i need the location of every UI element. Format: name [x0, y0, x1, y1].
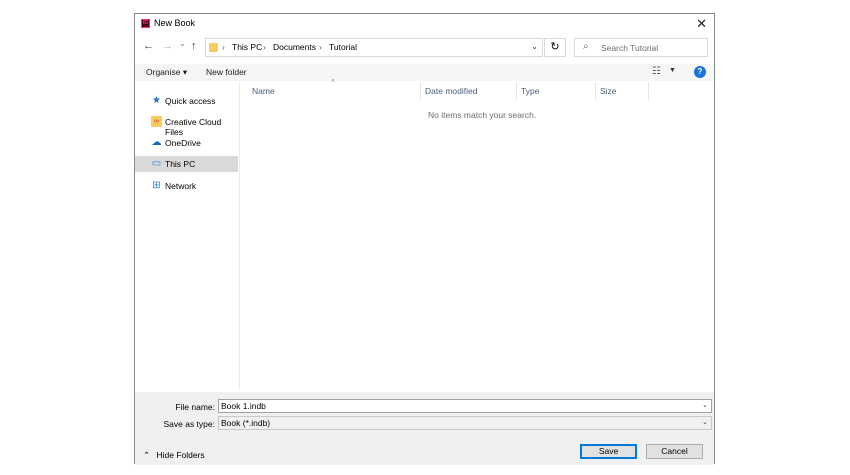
hide-folders-toggle[interactable]: ⌃ Hide Folders [143, 450, 205, 461]
save-as-type-value: Book (*.indb) [221, 418, 271, 428]
command-bar: Organise ▾ New folder ☷ ▼ ? [135, 64, 714, 81]
save-as-type-label: Save as type: [163, 419, 215, 429]
sidebar-item-onedrive[interactable]: ☁ OneDrive [135, 135, 238, 151]
help-icon[interactable]: ? [694, 66, 706, 78]
search-icon: ⌕ [583, 41, 589, 52]
navigation-bar: ← → ⌄ ↑ › This PC › Documents › Tutorial… [135, 38, 714, 58]
sidebar-item-this-pc[interactable]: ▭ This PC [135, 156, 238, 172]
column-divider[interactable] [648, 82, 649, 100]
save-button[interactable]: Save [580, 444, 637, 459]
sidebar-item-network[interactable]: ⊞ Network [135, 178, 238, 194]
chevron-up-icon: ⌃ [143, 450, 151, 460]
empty-state-message: No items match your search. [428, 110, 537, 120]
cloud-icon: ☁ [151, 137, 162, 148]
breadcrumb-separator: › [319, 42, 322, 52]
cancel-button[interactable]: Cancel [646, 444, 703, 459]
creative-cloud-icon: ∞ [151, 116, 162, 127]
column-divider[interactable] [595, 82, 596, 100]
up-arrow-icon[interactable]: ↑ [191, 40, 197, 52]
save-dialog: ID New Book ✕ ← → ⌄ ↑ › This PC › Docume… [134, 13, 715, 465]
column-header-type[interactable]: Type [521, 86, 539, 96]
search-input[interactable]: ⌕ Search Tutorial [574, 38, 708, 57]
breadcrumb-tutorial[interactable]: Tutorial [329, 42, 357, 52]
chevron-down-icon[interactable]: ⌄ [702, 400, 708, 412]
back-arrow-icon[interactable]: ← [143, 40, 154, 52]
sidebar-item-quick-access[interactable]: ★ Quick access [135, 93, 238, 109]
window-title: New Book [154, 18, 196, 28]
address-dropdown-icon[interactable]: ⌄ [531, 42, 538, 51]
indesign-app-icon: ID [141, 19, 150, 28]
column-divider[interactable] [420, 82, 421, 100]
sidebar-item-label: OneDrive [165, 138, 201, 148]
new-folder-button[interactable]: New folder [206, 67, 247, 77]
column-header-size[interactable]: Size [600, 86, 617, 96]
search-placeholder: Search Tutorial [601, 43, 659, 53]
view-dropdown-icon[interactable]: ▼ [669, 67, 676, 74]
computer-icon: ▭ [151, 158, 162, 169]
view-options-icon[interactable]: ☷ [652, 66, 661, 77]
folder-icon [209, 43, 218, 52]
recent-locations-chevron-icon[interactable]: ⌄ [179, 39, 186, 48]
navigation-pane: ★ Quick access ∞ Creative Cloud Files ☁ … [135, 82, 239, 390]
sort-ascending-icon: ^ [331, 78, 335, 87]
file-list: ^ Name Date modified Type Size No items … [240, 78, 714, 390]
column-header-date-modified[interactable]: Date modified [425, 86, 477, 96]
breadcrumb-documents[interactable]: Documents [273, 42, 316, 52]
breadcrumb-separator: › [222, 42, 225, 52]
file-name-field[interactable]: Book 1.indb ⌄ [218, 399, 712, 413]
file-name-value: Book 1.indb [221, 401, 266, 411]
chevron-down-icon[interactable]: ⌄ [702, 417, 708, 429]
title-bar: ID New Book ✕ [135, 14, 714, 34]
save-as-type-select[interactable]: Book (*.indb) ⌄ [218, 416, 712, 430]
organise-menu-button[interactable]: Organise ▾ [146, 67, 187, 78]
sidebar-item-label: Network [165, 181, 197, 191]
refresh-button[interactable]: ↻ [544, 38, 566, 57]
address-bar[interactable]: › This PC › Documents › Tutorial ⌄ [205, 38, 543, 57]
breadcrumb-separator: › [263, 42, 266, 52]
star-icon: ★ [152, 95, 161, 106]
save-options-panel: File name: Book 1.indb ⌄ Save as type: B… [135, 392, 714, 465]
file-name-label: File name: [175, 402, 215, 412]
sidebar-item-label: Quick access [165, 96, 216, 106]
sidebar-item-label: This PC [165, 159, 196, 169]
column-divider[interactable] [516, 82, 517, 100]
network-icon: ⊞ [152, 180, 161, 191]
column-header-name[interactable]: Name [252, 86, 275, 96]
close-icon[interactable]: ✕ [696, 16, 707, 32]
sidebar-item-creative-cloud-files[interactable]: ∞ Creative Cloud Files [135, 114, 238, 137]
hide-folders-label: Hide Folders [156, 450, 205, 460]
forward-arrow-icon[interactable]: → [162, 40, 173, 52]
sidebar-item-label: Creative Cloud Files [165, 117, 222, 137]
breadcrumb-this-pc[interactable]: This PC [232, 42, 262, 52]
